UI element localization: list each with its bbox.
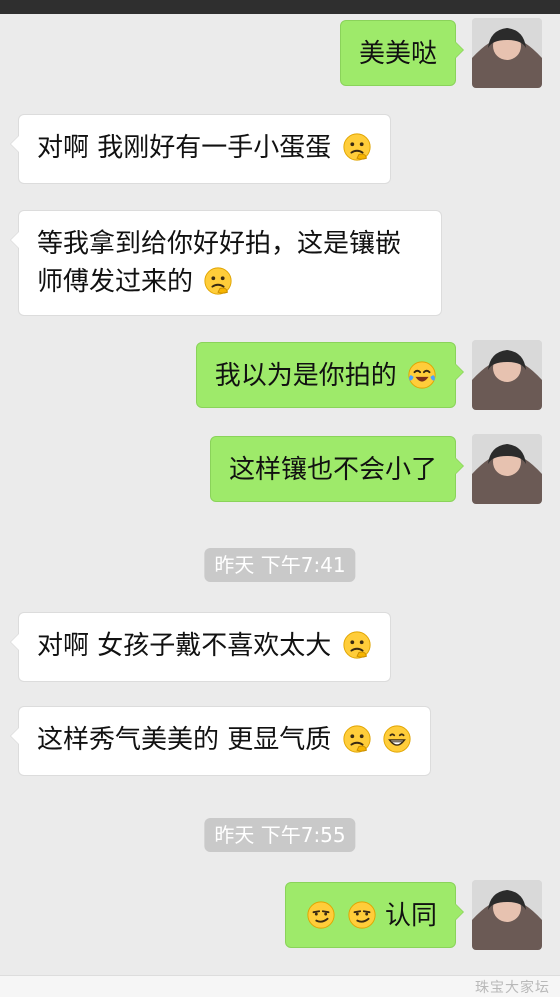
timestamp: 昨天 下午7:55 [204, 818, 356, 852]
smirk-face-icon [347, 900, 377, 930]
message-row-other: 对啊 女孩子戴不喜欢太大 [0, 612, 560, 684]
bottom-input-bar[interactable]: 珠宝大家坛 [0, 975, 560, 997]
chat-bubble-self[interactable]: 美美哒 [339, 20, 465, 86]
timestamp: 昨天 下午7:41 [204, 548, 356, 582]
thinking-face-icon [342, 724, 372, 754]
message-text: 这样秀气美美的 更显气质 [37, 725, 332, 755]
avatar[interactable] [472, 880, 542, 950]
grinning-face-icon [382, 724, 412, 754]
message-text: 美美哒 [358, 39, 437, 69]
watermark-text: 珠宝大家坛 [475, 980, 550, 996]
chat-bubble-self[interactable]: 这样镶也不会小了 [209, 436, 465, 502]
message-row-self: 美美哒 [0, 18, 560, 90]
message-row-other: 对啊 我刚好有一手小蛋蛋 [0, 114, 560, 186]
message-text: 对啊 女孩子戴不喜欢太大 [37, 631, 332, 661]
message-row-self: 认同 [0, 880, 560, 952]
message-text: 认同 [384, 901, 437, 931]
laughing-tears-face-icon [407, 360, 437, 390]
message-row-self: 这样镶也不会小了 [0, 434, 560, 506]
thinking-face-icon [342, 630, 372, 660]
chat-bubble-other[interactable]: 对啊 我刚好有一手小蛋蛋 [10, 114, 391, 184]
avatar[interactable] [472, 340, 542, 410]
message-row-other: 这样秀气美美的 更显气质 [0, 706, 560, 778]
top-bar [0, 0, 560, 14]
thinking-face-icon [342, 132, 372, 162]
chat-bubble-other[interactable]: 这样秀气美美的 更显气质 [10, 706, 431, 776]
message-row-self: 我以为是你拍的 [0, 340, 560, 412]
message-row-other: 等我拿到给你好好拍，这是镶嵌师傅发过来的 [0, 210, 560, 318]
chat-bubble-self[interactable]: 我以为是你拍的 [195, 342, 465, 408]
thinking-face-icon [203, 266, 233, 296]
avatar[interactable] [472, 434, 542, 504]
avatar[interactable] [472, 18, 542, 88]
chat-bubble-self[interactable]: 认同 [285, 882, 464, 948]
message-text: 对啊 我刚好有一手小蛋蛋 [37, 133, 332, 163]
message-text: 我以为是你拍的 [214, 361, 397, 391]
chat-bubble-other[interactable]: 对啊 女孩子戴不喜欢太大 [10, 612, 391, 682]
smirk-face-icon [306, 900, 336, 930]
chat-bubble-other[interactable]: 等我拿到给你好好拍，这是镶嵌师傅发过来的 [10, 210, 442, 316]
message-text: 这样镶也不会小了 [228, 455, 437, 485]
